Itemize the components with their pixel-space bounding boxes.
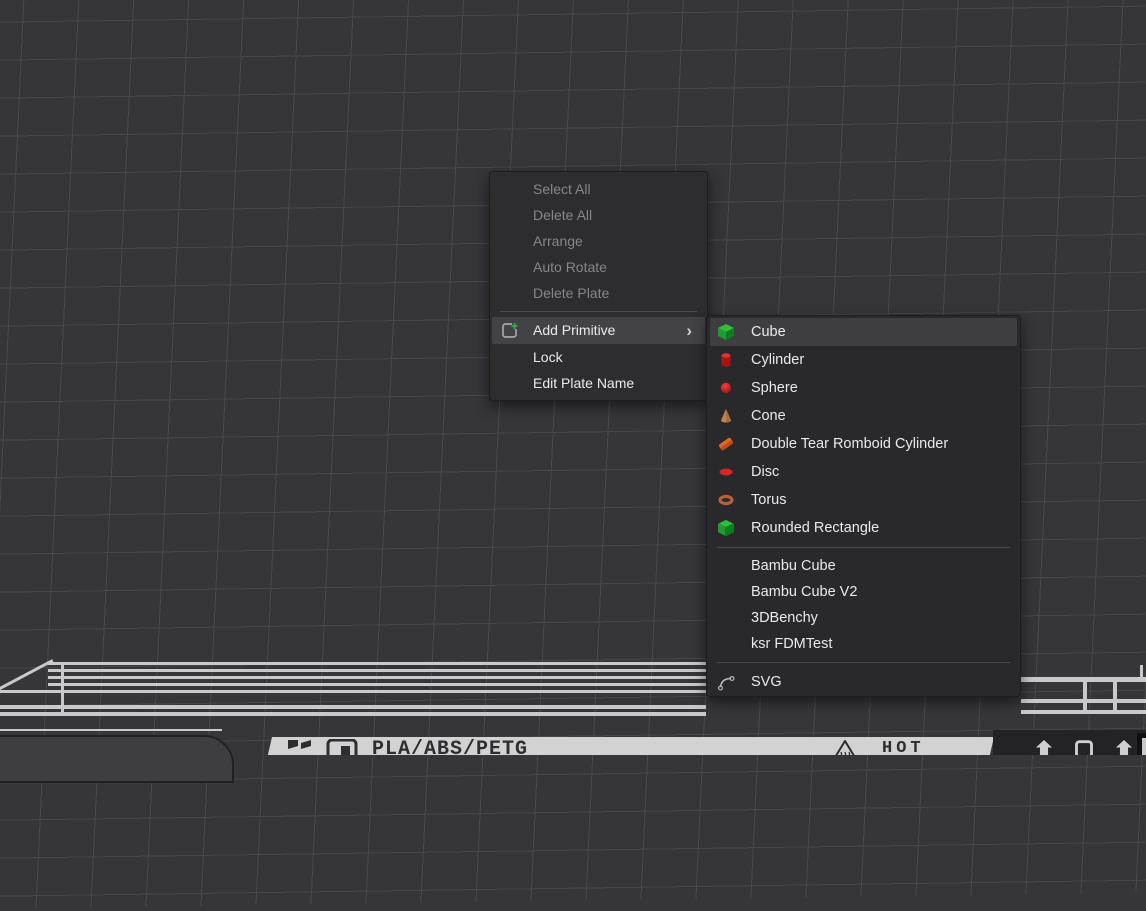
build-plate-corner-tab — [0, 735, 234, 783]
submenu-item-svg[interactable]: SVG — [707, 668, 1020, 696]
submenu-item-3dbenchy[interactable]: 3DBenchy — [707, 605, 1020, 631]
add-primitive-icon — [501, 322, 518, 339]
submenu-item-torus[interactable]: Torus — [707, 486, 1020, 514]
submenu-item-cube[interactable]: Cube — [710, 318, 1017, 346]
hot-warning-icon — [832, 739, 858, 755]
cylinder-icon — [717, 351, 735, 369]
build-plate-front-bar: PLA/ABS/PETG HOT — [268, 737, 994, 755]
menu-item-label: Add Primitive — [533, 322, 615, 338]
cube-icon — [717, 323, 735, 341]
sphere-icon — [717, 379, 735, 397]
menu-item-delete-all[interactable]: Delete All — [490, 202, 707, 228]
romboid-cylinder-icon — [717, 435, 735, 453]
submenu-item-cone[interactable]: Cone — [707, 402, 1020, 430]
bezier-curve-icon — [717, 673, 735, 691]
menu-item-arrange[interactable]: Arrange — [490, 228, 707, 254]
arrow-up-icon — [1027, 740, 1061, 755]
submenu-arrow-icon: › — [686, 317, 692, 344]
menu-item-add-primitive[interactable]: Add Primitive › — [492, 317, 705, 344]
rounded-rectangle-icon — [717, 519, 735, 537]
menu-item-auto-rotate[interactable]: Auto Rotate — [490, 254, 707, 280]
menu-item-lock[interactable]: Lock — [490, 344, 707, 370]
submenu-item-label: Sphere — [751, 374, 798, 402]
menu-item-edit-plate-name[interactable]: Edit Plate Name — [490, 370, 707, 396]
menu-item-delete-plate[interactable]: Delete Plate — [490, 280, 707, 306]
submenu-divider — [717, 662, 1010, 663]
submenu-item-disc[interactable]: Disc — [707, 458, 1020, 486]
submenu-item-bambu-cube[interactable]: Bambu Cube — [707, 553, 1020, 579]
add-primitive-submenu: Cube Cylinder Sphere Cone — [706, 315, 1021, 697]
plate-marker-strip — [993, 730, 1146, 755]
submenu-item-bambu-cube-v2[interactable]: Bambu Cube V2 — [707, 579, 1020, 605]
submenu-item-rounded-rectangle[interactable]: Rounded Rectangle — [707, 514, 1020, 542]
submenu-item-label: Cube — [751, 318, 786, 346]
submenu-item-label: Disc — [751, 458, 779, 486]
context-menu: Select All Delete All Arrange Auto Rotat… — [489, 171, 708, 401]
submenu-item-sphere[interactable]: Sphere — [707, 374, 1020, 402]
menu-item-select-all[interactable]: Select All — [490, 176, 707, 202]
submenu-item-label: Double Tear Romboid Cylinder — [751, 430, 948, 458]
submenu-item-cylinder[interactable]: Cylinder — [707, 346, 1020, 374]
square-marker-icon — [1067, 740, 1101, 755]
plate-surface-label: PLA/ABS/PETG — [372, 738, 528, 755]
plate-type-logo-icon — [326, 739, 358, 755]
submenu-item-label: Torus — [751, 486, 786, 514]
submenu-item-double-tear-romboid-cylinder[interactable]: Double Tear Romboid Cylinder — [707, 430, 1020, 458]
submenu-item-label: Cone — [751, 402, 786, 430]
torus-icon — [717, 491, 735, 509]
disc-icon — [717, 463, 735, 481]
submenu-item-ksr-fdmtest[interactable]: ksr FDMTest — [707, 631, 1020, 657]
submenu-item-label: SVG — [751, 668, 782, 696]
menu-divider — [500, 311, 697, 312]
submenu-item-label: Cylinder — [751, 346, 804, 374]
bambu-logo-icon — [286, 739, 316, 755]
cone-icon — [717, 407, 735, 425]
plate-corner-light-edge — [1142, 738, 1146, 755]
submenu-item-label: Rounded Rectangle — [751, 514, 879, 542]
plate-hot-label: HOT — [882, 738, 925, 755]
arrow-up-icon — [1107, 740, 1141, 755]
submenu-divider — [717, 547, 1010, 548]
